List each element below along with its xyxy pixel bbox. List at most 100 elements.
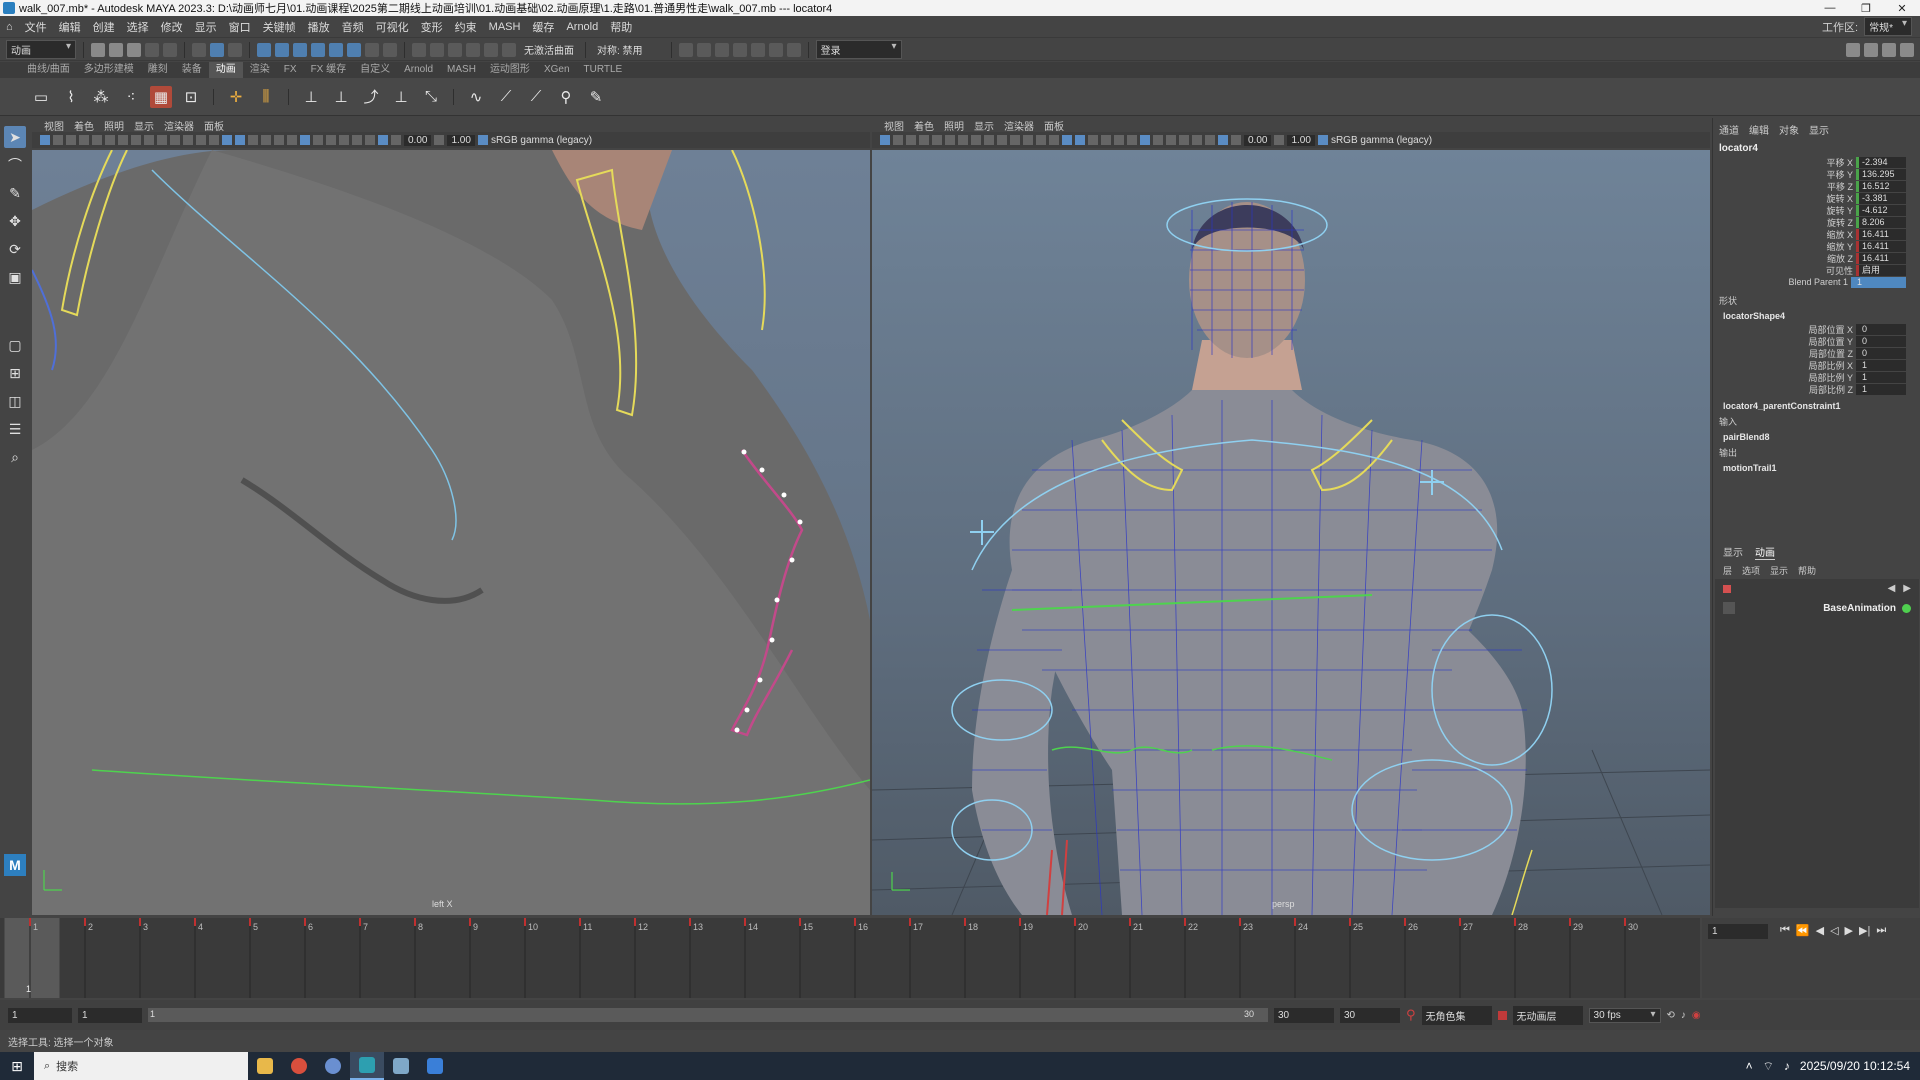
time-editor-icon[interactable]: ▦	[150, 85, 172, 108]
layer-menu-options[interactable]: 选项	[1742, 564, 1760, 577]
keyframe-marker[interactable]	[1184, 918, 1186, 926]
cb-tab-show[interactable]: 显示	[1809, 122, 1829, 137]
menu-mash[interactable]: MASH	[483, 21, 527, 33]
graph-editor-icon[interactable]: ⌇	[60, 86, 82, 108]
pause-render-icon[interactable]	[786, 42, 801, 57]
keyframe-marker[interactable]	[1459, 918, 1461, 926]
layer-create-icon[interactable]	[1723, 584, 1731, 593]
keyframe-marker[interactable]	[1239, 918, 1241, 926]
motion-path-icon[interactable]: ∿	[465, 86, 487, 108]
right-menu-lighting[interactable]: 照明	[944, 118, 964, 133]
layer-menu-show[interactable]: 显示	[1770, 564, 1788, 577]
mask-curves-icon[interactable]	[293, 42, 307, 57]
layer-menu-help[interactable]: 帮助	[1798, 564, 1816, 577]
shelf-tab-arnold[interactable]: Arnold	[397, 62, 440, 78]
left-exposure-field[interactable]: 0.00	[404, 134, 432, 146]
range-slider[interactable]: 1 30	[148, 1008, 1268, 1022]
keyframe-marker[interactable]	[29, 918, 31, 926]
left-viewport[interactable]: left X	[32, 150, 870, 915]
keyframe-marker[interactable]	[139, 918, 141, 926]
close-button[interactable]: ✕	[1884, 2, 1920, 15]
lock-selection-icon[interactable]	[365, 42, 379, 57]
layer-menu-layers[interactable]: 层	[1723, 564, 1732, 577]
play-backward-icon[interactable]: ◁	[1830, 924, 1838, 937]
tray-chevron-icon[interactable]: ˄	[1746, 1059, 1753, 1073]
ik-spline-icon[interactable]: ⟋	[525, 86, 547, 108]
right-menu-show[interactable]: 显示	[974, 118, 994, 133]
four-layout-icon[interactable]: ⊞	[4, 362, 26, 384]
attr-local-pos-z[interactable]: 局部位置 Z0	[1713, 347, 1920, 359]
hypershade-icon[interactable]	[750, 42, 765, 57]
orient-constraint-icon[interactable]: ⤴	[360, 86, 382, 108]
create-joints-icon[interactable]: ⫼	[255, 86, 277, 108]
aim-constraint-icon[interactable]: ⊥	[390, 86, 412, 108]
taskbar-app-3[interactable]	[316, 1052, 350, 1080]
taskbar-file-explorer[interactable]	[248, 1052, 282, 1080]
shelf-tab-motion-graphics[interactable]: 运动图形	[483, 62, 537, 78]
two-layout-icon[interactable]: ◫	[4, 390, 26, 412]
create-locator-icon[interactable]: ✛	[225, 86, 247, 108]
shelf-tab-animation[interactable]: 动画	[208, 62, 243, 78]
go-to-end-icon[interactable]: ⏭	[1876, 924, 1886, 937]
bind-skin-icon[interactable]: ⚲	[555, 86, 577, 108]
keyframe-marker[interactable]	[1349, 918, 1351, 926]
left-colorspace-label[interactable]: sRGB gamma (legacy)	[491, 135, 592, 146]
snap-curve-icon[interactable]	[430, 42, 444, 57]
zoom-search-icon[interactable]: ⌕	[4, 446, 26, 468]
layer-lock-icon[interactable]	[1723, 602, 1735, 614]
start-menu-icon[interactable]: ⊞	[0, 1058, 34, 1075]
character-set-field[interactable]: 无角色集	[1421, 1005, 1492, 1025]
workspace-dropdown[interactable]: 常规*	[1864, 17, 1912, 36]
taskbar-app-6[interactable]	[418, 1052, 452, 1080]
scale-tool-icon[interactable]: ▣	[4, 266, 26, 288]
keyframe-marker[interactable]	[414, 918, 416, 926]
minimize-button[interactable]: —	[1812, 2, 1848, 15]
attr-scale-x[interactable]: 缩放 X 16.411	[1713, 228, 1920, 240]
open-scene-icon[interactable]	[109, 42, 123, 57]
keyframe-marker[interactable]	[1074, 918, 1076, 926]
menu-edit[interactable]: 编辑	[53, 19, 87, 35]
layer-tab-anim[interactable]: 动画	[1755, 544, 1775, 560]
keyframe-marker[interactable]	[1514, 918, 1516, 926]
mask-handles-icon[interactable]	[257, 42, 271, 57]
symmetry-label[interactable]: 对称: 禁用	[593, 42, 647, 57]
cb-tab-channels[interactable]: 通道	[1719, 122, 1739, 137]
menu-display[interactable]: 显示	[189, 19, 223, 35]
left-menu-lighting[interactable]: 照明	[104, 118, 124, 133]
attr-local-pos-x[interactable]: 局部位置 X0	[1713, 323, 1920, 335]
attr-rotate-z[interactable]: 旋转 Z 8.206	[1713, 216, 1920, 228]
trax-icon[interactable]: ⁖	[120, 86, 142, 108]
shelf-tab-turtle[interactable]: TURTLE	[577, 62, 630, 78]
paint-weights-icon[interactable]: ✎	[585, 86, 607, 108]
attr-rotate-y[interactable]: 旋转 Y -4.612	[1713, 204, 1920, 216]
menu-playback[interactable]: 播放	[302, 19, 336, 35]
mask-deform-icon[interactable]	[329, 42, 343, 57]
keyframe-marker[interactable]	[854, 918, 856, 926]
single-layout-icon[interactable]: ▢	[4, 334, 26, 356]
left-menu-shading[interactable]: 着色	[74, 118, 94, 133]
select-hierarchy-icon[interactable]	[192, 42, 206, 57]
cb-tab-edit[interactable]: 编辑	[1749, 122, 1769, 137]
shelf-tab-custom[interactable]: 自定义	[353, 62, 397, 78]
menu-help[interactable]: 帮助	[604, 19, 638, 35]
right-colorspace-label[interactable]: sRGB gamma (legacy)	[1331, 135, 1432, 146]
dope-sheet-icon[interactable]: ⁂	[90, 86, 112, 108]
keyframe-marker[interactable]	[1404, 918, 1406, 926]
modeling-toolkit-icon[interactable]	[1846, 42, 1860, 57]
parent-constraint-icon[interactable]: ⊥	[300, 86, 322, 108]
attr-local-scale-z[interactable]: 局部比例 Z1	[1713, 383, 1920, 395]
undo-icon[interactable]	[145, 42, 159, 57]
camera-sequencer-icon[interactable]: ▭	[30, 86, 52, 108]
menu-select[interactable]: 选择	[121, 19, 155, 35]
keyframe-marker[interactable]	[1294, 918, 1296, 926]
right-menu-renderer[interactable]: 渲染器	[1004, 118, 1034, 133]
keyframe-marker[interactable]	[1624, 918, 1626, 926]
rotate-tool-icon[interactable]: ⟳	[4, 238, 26, 260]
mask-dynamics-icon[interactable]	[347, 42, 361, 57]
render-setup-icon[interactable]	[768, 42, 783, 57]
attr-local-scale-x[interactable]: 局部比例 X1	[1713, 359, 1920, 371]
taskbar-maya[interactable]	[350, 1052, 384, 1080]
live-surface-label[interactable]: 无激活曲面	[520, 42, 578, 57]
scale-constraint-icon[interactable]: ⤡	[420, 86, 442, 108]
left-gamma-field[interactable]: 1.00	[447, 134, 475, 146]
